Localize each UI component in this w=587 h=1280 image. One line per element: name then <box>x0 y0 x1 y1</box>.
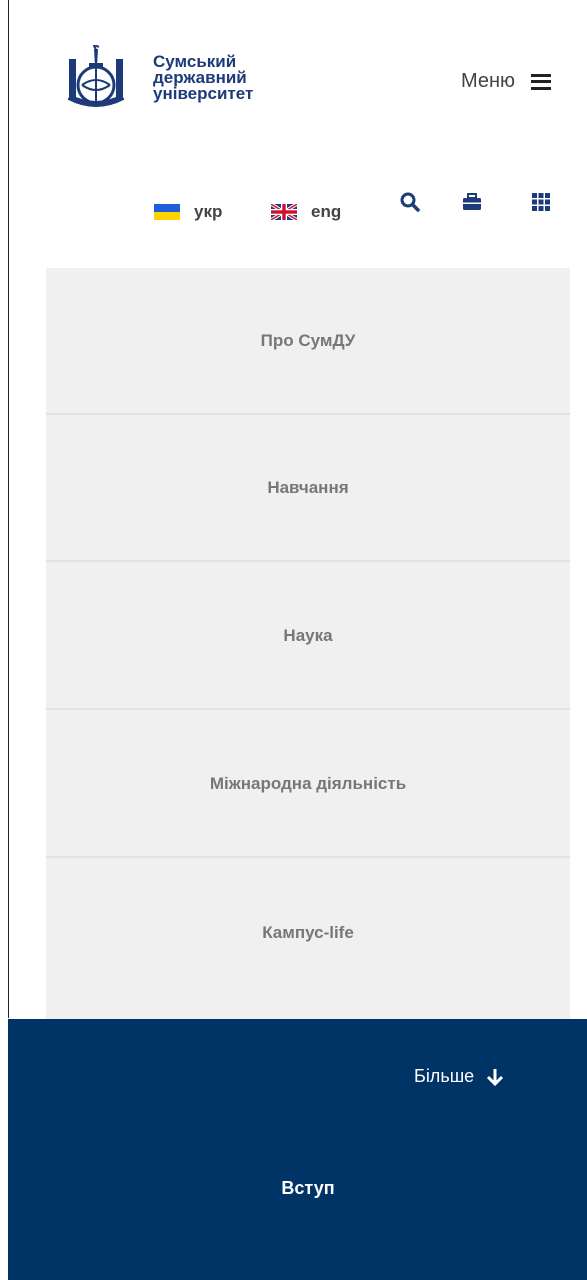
nav-item-education[interactable]: Навчання <box>46 415 570 562</box>
nav-item-campus-life[interactable]: Кампус-life <box>46 859 570 1006</box>
language-ukrainian-label: укр <box>194 202 223 221</box>
bottom-menu: Більше Вступ <box>8 1019 587 1280</box>
nav-item-international[interactable]: Міжнародна діяльність <box>46 711 570 858</box>
more-label: Більше <box>414 1066 475 1086</box>
grid-icon[interactable] <box>530 191 552 213</box>
university-name-line3: університет <box>153 84 254 103</box>
search-icon[interactable] <box>399 191 421 213</box>
university-name: Сумський державний університет <box>153 53 254 103</box>
left-divider <box>8 0 9 1018</box>
ukraine-flag-icon <box>154 204 180 220</box>
language-ukrainian[interactable]: укр <box>154 202 222 222</box>
site-header: Сумський державний університет Меню <box>0 0 587 130</box>
arrow-down-icon <box>487 1068 504 1086</box>
university-logo[interactable]: Сумський державний університет <box>63 45 253 113</box>
nav-item-science[interactable]: Наука <box>46 563 570 710</box>
language-english[interactable]: eng <box>271 202 341 222</box>
language-english-label: eng <box>311 202 342 221</box>
uk-flag-icon <box>271 204 297 220</box>
menu-panel: укр eng Про СумДУ Навчання Наука Міжнаро… <box>46 131 570 1019</box>
hamburger-icon <box>531 73 552 90</box>
enroll-link[interactable]: Вступ <box>8 1178 587 1199</box>
menu-label: Меню <box>461 70 516 92</box>
university-emblem <box>67 45 125 107</box>
nav-item-about[interactable]: Про СумДУ <box>46 268 570 415</box>
more-button[interactable]: Більше <box>414 1066 504 1087</box>
menu-button[interactable]: Меню <box>461 70 552 93</box>
language-toolbar: укр eng <box>46 131 570 268</box>
briefcase-icon[interactable] <box>461 191 483 213</box>
